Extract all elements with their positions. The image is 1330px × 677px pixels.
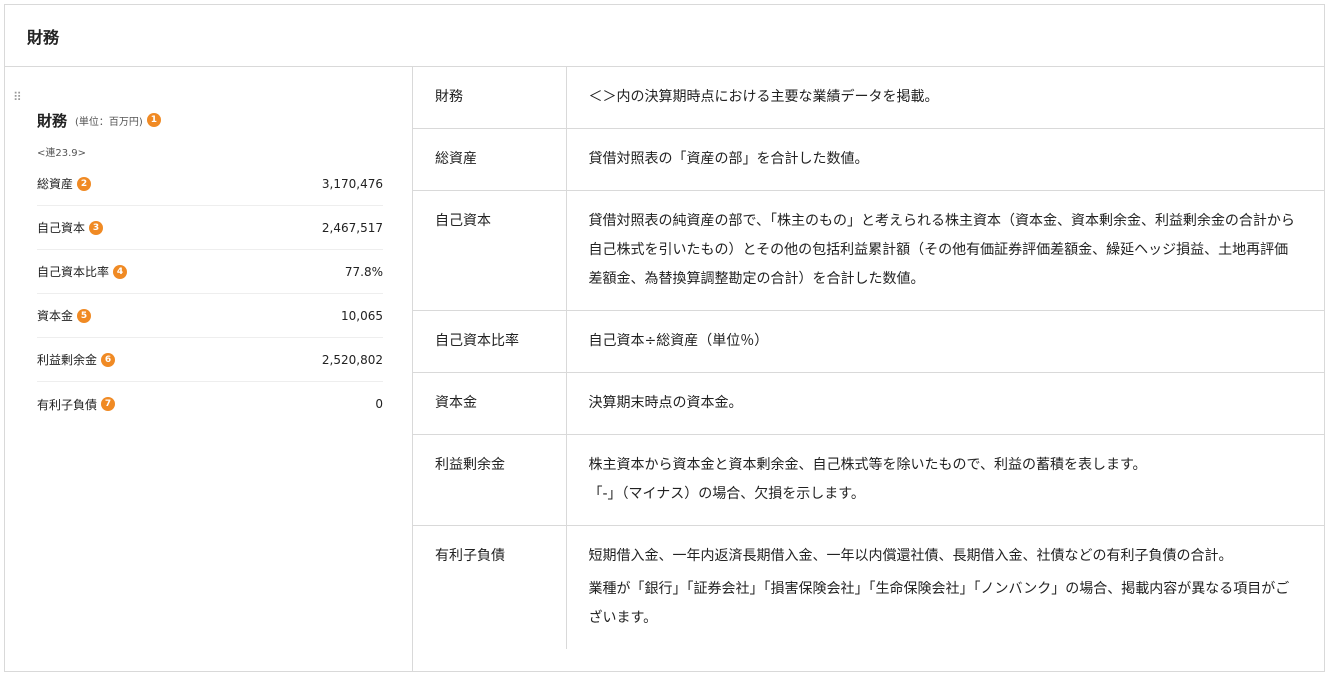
row-label-wrap: 資本金 5 bbox=[37, 307, 92, 324]
description-paragraph: 業種が「銀行」「証券会社」「損害保険会社」「生命保険会社」「ノンバンク」の場合、… bbox=[588, 581, 1290, 626]
summary-row: 資本金 5 10,065 bbox=[37, 294, 383, 338]
glossary-description: 自己資本÷総資産（単位％） bbox=[566, 310, 1324, 373]
glossary-term: 有利子負債 bbox=[413, 525, 567, 649]
row-value: 0 bbox=[375, 397, 383, 411]
description-paragraph: 自己資本÷総資産（単位％） bbox=[588, 333, 769, 349]
info-badge-icon[interactable]: 7 bbox=[101, 397, 116, 411]
glossary-row: 総資産 貸借対照表の「資産の部」を合計した数値。 bbox=[413, 128, 1324, 191]
glossary-description: 株主資本から資本金と資本剰余金、自己株式等を除いたもので、利益の蓄積を表します。… bbox=[566, 434, 1324, 526]
glossary-row: 有利子負債 短期借入金、一年内返済長期借入金、一年以内償還社債、長期借入金、社債な… bbox=[413, 525, 1324, 650]
financial-panel: 財務 ⠿ 財務 (単位：百万円) 1 <連23.9> 総資産 2 3,170,476… bbox=[4, 4, 1325, 672]
glossary-row: 利益剰余金 株主資本から資本金と資本剰余金、自己株式等を除いたもので、利益の蓄積を… bbox=[413, 434, 1324, 526]
row-label: 有利子負債 bbox=[37, 397, 98, 412]
info-badge-icon[interactable]: 5 bbox=[77, 308, 92, 323]
summary-row: 有利子負債 7 0 bbox=[37, 382, 383, 426]
description-paragraph: 貸借対照表の純資産の部で、「株主のもの」と考えられる株主資本（資本金、資本剰余金… bbox=[588, 213, 1295, 287]
fiscal-period: <連23.9> bbox=[37, 148, 87, 159]
glossary-description: 決算期末時点の資本金。 bbox=[566, 372, 1324, 435]
info-badge-icon[interactable]: 4 bbox=[113, 264, 128, 279]
row-label: 利益剰余金 bbox=[37, 353, 98, 367]
summary-rows: 総資産 2 3,170,476 自己資本 3 2,467,517 自己資本比率 4 77.8% 資… bbox=[37, 162, 383, 426]
row-label-wrap: 有利子負債 7 bbox=[37, 396, 116, 413]
description-paragraph: ＜＞内の決算期時点における主要な業績データを掲載。 bbox=[588, 89, 939, 105]
glossary-row: 財務 ＜＞内の決算期時点における主要な業績データを掲載。 bbox=[413, 67, 1324, 129]
row-label-wrap: 自己資本 3 bbox=[37, 219, 104, 236]
panel-header: 財務 bbox=[5, 5, 1324, 67]
glossary-term: 総資産 bbox=[413, 128, 567, 191]
glossary-term: 自己資本 bbox=[413, 190, 567, 311]
glossary-column: 財務 ＜＞内の決算期時点における主要な業績データを掲載。総資産 貸借対照表の「資産の… bbox=[413, 67, 1324, 671]
row-value: 2,467,517 bbox=[321, 220, 383, 235]
info-badge-icon[interactable]: 1 bbox=[146, 113, 161, 127]
row-label: 自己資本比率 bbox=[37, 265, 110, 279]
row-label: 自己資本 bbox=[37, 221, 86, 235]
summary-row: 自己資本比率 4 77.8% bbox=[37, 250, 383, 294]
row-label-wrap: 自己資本比率 4 bbox=[37, 263, 128, 280]
description-paragraph: 決算期末時点の資本金。 bbox=[588, 395, 743, 411]
row-value: 10,065 bbox=[341, 308, 383, 323]
financial-summary: 財務 (単位：百万円) 1 <連23.9> 総資産 2 3,170,476 自己資本 3… bbox=[37, 109, 383, 426]
panel-title: 財務 bbox=[27, 27, 60, 47]
glossary-description: 貸借対照表の純資産の部で、「株主のもの」と考えられる株主資本（資本金、資本剰余金… bbox=[566, 190, 1324, 311]
summary-row: 総資産 2 3,170,476 bbox=[37, 162, 383, 206]
glossary-description: 短期借入金、一年内返済長期借入金、一年以内償還社債、長期借入金、社債などの有利子… bbox=[566, 526, 1324, 650]
glossary-description: 貸借対照表の「資産の部」を合計した数値。 bbox=[566, 128, 1324, 191]
glossary-row: 自己資本 貸借対照表の純資産の部で、「株主のもの」と考えられる株主資本（資本金、資… bbox=[413, 190, 1324, 311]
description-paragraph: 短期借入金、一年内返済長期借入金、一年以内償還社債、長期借入金、社債などの有利子… bbox=[588, 548, 1233, 564]
glossary-row: 資本金 決算期末時点の資本金。 bbox=[413, 372, 1324, 435]
glossary-term: 財務 bbox=[413, 67, 567, 129]
info-badge-icon[interactable]: 3 bbox=[89, 220, 104, 235]
glossary-table: 財務 ＜＞内の決算期時点における主要な業績データを掲載。総資産 貸借対照表の「資産の… bbox=[413, 67, 1324, 649]
glossary-row: 自己資本比率 自己資本÷総資産（単位％） bbox=[413, 310, 1324, 373]
description-paragraph: 貸借対照表の「資産の部」を合計した数値。 bbox=[588, 151, 869, 167]
row-label: 資本金 bbox=[37, 309, 74, 323]
unit-label: (単位：百万円) bbox=[75, 116, 143, 128]
summary-title: 財務 bbox=[37, 111, 68, 130]
glossary-term: 自己資本比率 bbox=[413, 310, 567, 373]
info-badge-icon[interactable]: 2 bbox=[77, 176, 92, 191]
glossary-description: ＜＞内の決算期時点における主要な業績データを掲載。 bbox=[566, 67, 1324, 129]
row-label: 総資産 bbox=[37, 177, 74, 191]
row-value: 2,520,802 bbox=[321, 352, 383, 367]
drag-handle-icon[interactable]: ⠿ bbox=[13, 91, 22, 103]
row-value: 3,170,476 bbox=[321, 176, 383, 191]
description-paragraph: 株主資本から資本金と資本剰余金、自己株式等を除いたもので、利益の蓄積を表します。… bbox=[588, 457, 1147, 502]
row-value: 77.8% bbox=[344, 264, 383, 279]
summary-row: 利益剰余金 6 2,520,802 bbox=[37, 338, 383, 382]
row-label-wrap: 利益剰余金 6 bbox=[37, 351, 116, 368]
glossary-term: 資本金 bbox=[413, 372, 567, 435]
info-badge-icon[interactable]: 6 bbox=[101, 352, 116, 367]
summary-row: 自己資本 3 2,467,517 bbox=[37, 206, 383, 250]
summary-title-row: 財務 (単位：百万円) 1 bbox=[37, 109, 383, 131]
glossary-term: 利益剰余金 bbox=[413, 434, 567, 526]
summary-column: ⠿ 財務 (単位：百万円) 1 <連23.9> 総資産 2 3,170,476 自己資… bbox=[5, 67, 413, 671]
row-label-wrap: 総資産 2 bbox=[37, 175, 92, 192]
panel-content: ⠿ 財務 (単位：百万円) 1 <連23.9> 総資産 2 3,170,476 自己資… bbox=[5, 67, 1324, 671]
